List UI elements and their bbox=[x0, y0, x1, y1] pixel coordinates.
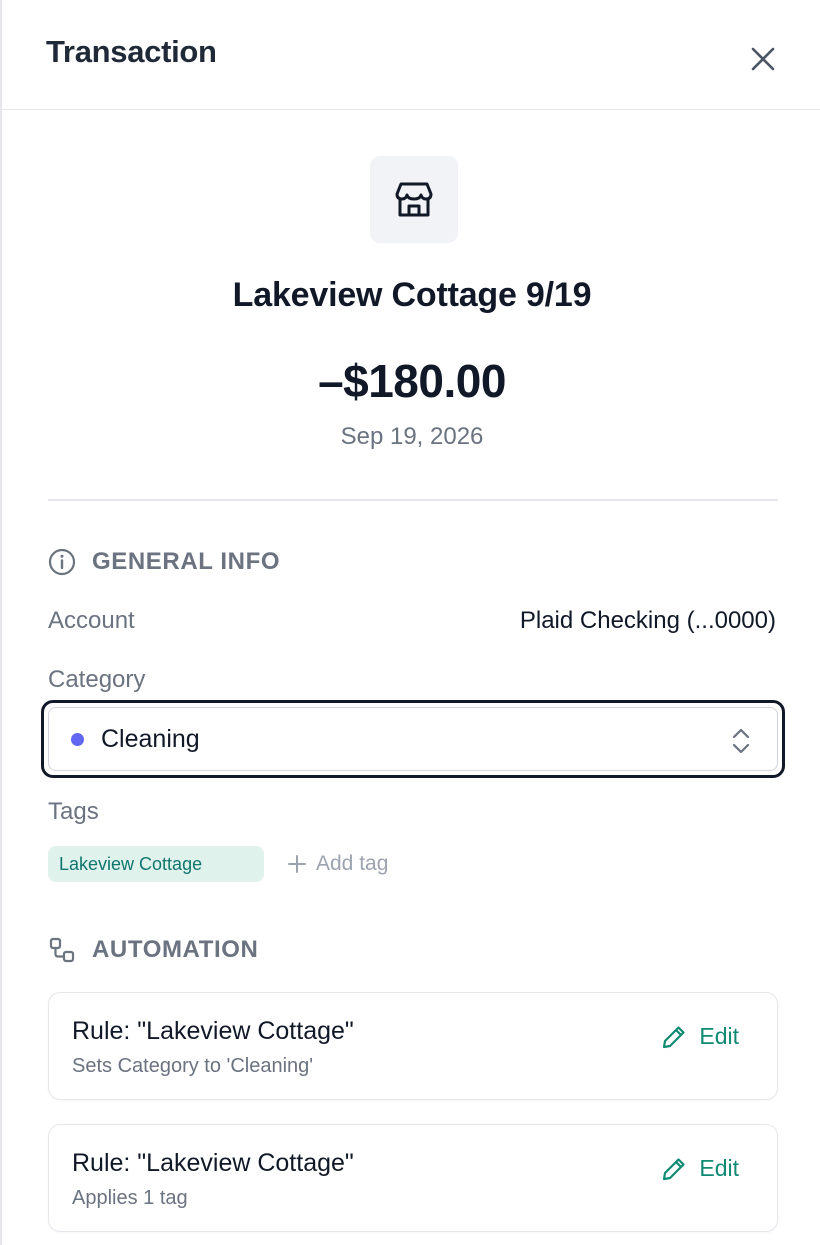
rule-description: Sets Category to 'Cleaning' bbox=[72, 1055, 314, 1077]
category-select-focus-ring: Cleaning bbox=[41, 700, 785, 778]
account-value: Plaid Checking (...0000) bbox=[519, 607, 776, 634]
automation-heading: AUTOMATION bbox=[48, 936, 258, 964]
add-tag-button[interactable]: Add tag bbox=[288, 848, 388, 880]
pencil-icon bbox=[663, 1157, 685, 1180]
pencil-icon bbox=[663, 1025, 685, 1048]
close-icon bbox=[751, 47, 775, 71]
panel-header: Transaction bbox=[2, 0, 820, 110]
category-color-dot bbox=[71, 732, 84, 746]
edit-label: Edit bbox=[699, 1023, 739, 1049]
transaction-name: Lakeview Cottage 9/19 bbox=[232, 276, 592, 314]
edit-label: Edit bbox=[699, 1155, 739, 1181]
general-info-heading: GENERAL INFO bbox=[48, 548, 280, 576]
rule-description: Applies 1 tag bbox=[72, 1187, 188, 1209]
section-divider bbox=[48, 499, 778, 501]
tag-chip[interactable]: Lakeview Cottage bbox=[48, 846, 264, 882]
category-label: Category bbox=[48, 666, 146, 693]
transaction-panel: Transaction Lakeview Cottage 9/19 –$180.… bbox=[0, 0, 820, 1245]
storefront-icon bbox=[395, 182, 433, 216]
rule-title: Rule: "Lakeview Cottage" bbox=[72, 1149, 354, 1177]
plus-icon bbox=[288, 855, 306, 873]
edit-rule-button[interactable]: Edit bbox=[661, 1155, 739, 1182]
close-button[interactable] bbox=[742, 38, 784, 80]
edit-rule-button[interactable]: Edit bbox=[661, 1023, 739, 1050]
info-circle-icon bbox=[48, 548, 76, 576]
tags-label: Tags bbox=[48, 798, 99, 825]
account-label: Account bbox=[48, 607, 135, 634]
rule-card: Rule: "Lakeview Cottage" Applies 1 tag E… bbox=[48, 1124, 778, 1232]
automation-icon bbox=[49, 937, 75, 963]
merchant-icon-container bbox=[370, 156, 458, 243]
category-select-value: Cleaning bbox=[101, 724, 200, 753]
transaction-amount: –$180.00 bbox=[318, 355, 506, 407]
panel-title: Transaction bbox=[46, 34, 217, 69]
transaction-date: Sep 19, 2026 bbox=[340, 423, 484, 450]
chevron-up-down-icon bbox=[732, 728, 750, 754]
rule-title: Rule: "Lakeview Cottage" bbox=[72, 1017, 354, 1045]
general-info-label: GENERAL INFO bbox=[92, 548, 281, 575]
add-tag-label: Add tag bbox=[316, 852, 389, 875]
rule-card: Rule: "Lakeview Cottage" Sets Category t… bbox=[48, 992, 778, 1100]
category-select[interactable]: Cleaning bbox=[48, 707, 778, 771]
automation-label: AUTOMATION bbox=[92, 936, 259, 963]
